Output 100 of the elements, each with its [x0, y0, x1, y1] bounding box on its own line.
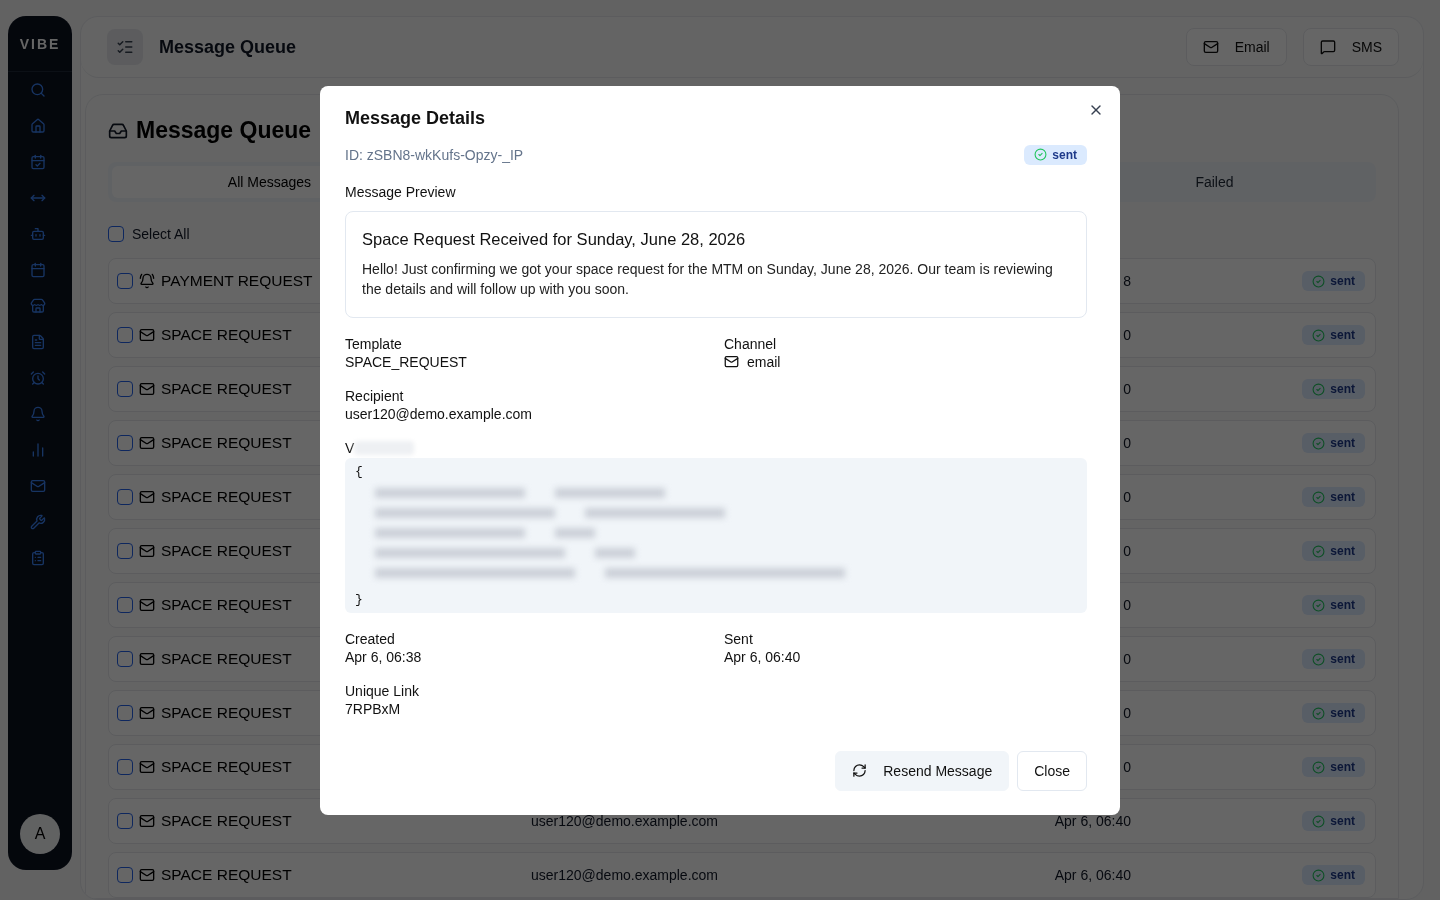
check-circle-icon: [1312, 382, 1326, 396]
status-badge: sent: [1302, 811, 1365, 831]
timestamp: 0: [1123, 759, 1131, 775]
mail-icon: [724, 354, 739, 369]
preview-subject: Space Request Received for Sunday, June 28, 2026: [362, 229, 747, 249]
logo: VIBE: [8, 16, 72, 72]
check-circle-icon: [1312, 274, 1326, 288]
field-value: Apr 6, 06:40: [724, 648, 802, 665]
field-label: V: [345, 439, 355, 456]
section-title: Message Queue: [136, 117, 312, 144]
mail-icon: [139, 489, 155, 505]
checkbox[interactable]: [117, 597, 133, 613]
timestamp: 0: [1123, 705, 1131, 721]
refresh-icon: [852, 763, 868, 778]
mail-icon: [139, 651, 155, 667]
checkbox[interactable]: [117, 327, 133, 343]
mail-icon: [1202, 39, 1219, 55]
template-name: SPACE REQUEST: [161, 812, 292, 830]
timestamp: 0: [1123, 651, 1131, 667]
checkbox[interactable]: [117, 759, 133, 775]
check-circle-icon: [1312, 544, 1326, 558]
timestamp: Apr 6, 06:40: [1054, 813, 1131, 829]
template-name: SPACE REQUEST: [161, 650, 292, 668]
checkbox[interactable]: [117, 651, 133, 667]
sms-button[interactable]: SMS: [1302, 28, 1399, 66]
checkbox[interactable]: [108, 226, 124, 242]
timestamp: 0: [1123, 327, 1131, 343]
select-all-label: Select All: [132, 226, 190, 242]
mail-icon: [139, 597, 155, 613]
tab[interactable]: Failed: [1057, 166, 1372, 198]
timestamp: 0: [1123, 543, 1131, 559]
status-badge: sent: [1302, 487, 1365, 507]
checkbox[interactable]: [117, 381, 133, 397]
template-name: SPACE REQUEST: [161, 758, 292, 776]
bell-icon: [139, 273, 155, 289]
user-avatar[interactable]: A: [20, 814, 60, 854]
message-row[interactable]: SPACE REQUEST user120@demo.example.com Apr 6, 06:40 sent: [108, 852, 1376, 898]
field-label: Sent: [724, 630, 754, 647]
code-text: }: [355, 591, 364, 607]
checkbox[interactable]: [117, 273, 133, 289]
timestamp: Apr 6, 06:40: [1054, 867, 1131, 883]
status-badge: sent: [1302, 271, 1365, 291]
status-badge: sent: [1302, 595, 1365, 615]
dialog-title: Message Details: [345, 107, 487, 129]
check-circle-icon: [1312, 328, 1326, 342]
template-name: SPACE REQUEST: [161, 380, 292, 398]
preview-body: Hello! Just confirming we got your space request for the MTM on Sunday, June 28, 2026. Our team is reviewing the details and will follow up with you soon.: [362, 259, 1054, 299]
mail-icon: [139, 381, 155, 397]
check-circle-icon: [1312, 652, 1326, 666]
field-label: Unique Link: [345, 682, 420, 699]
field-label: Template: [345, 335, 403, 352]
template-name: SPACE REQUEST: [161, 596, 292, 614]
checkbox[interactable]: [117, 543, 133, 559]
field-label: Recipient: [345, 387, 405, 404]
close-button[interactable]: Close: [1017, 750, 1087, 791]
mail-icon: [139, 327, 155, 343]
checkbox[interactable]: [117, 813, 133, 829]
menu-button[interactable]: [107, 29, 143, 65]
resend-button[interactable]: Resend Message: [835, 750, 1010, 791]
recipient-email: user120@demo.example.com: [531, 867, 718, 883]
chat-bubble-icon: [1319, 39, 1336, 55]
status-badge: sent: [1302, 703, 1365, 723]
field-label: Channel: [724, 335, 778, 352]
check-circle-icon: [1312, 706, 1326, 720]
timestamp: 0: [1123, 435, 1131, 451]
checkbox[interactable]: [117, 435, 133, 451]
template-name: PAYMENT REQUEST: [161, 272, 313, 290]
mail-icon: [139, 867, 155, 883]
code-text: {: [355, 463, 364, 479]
check-circle-icon: [1034, 148, 1048, 161]
status-badge: sent: [1302, 379, 1365, 399]
template-name: SPACE REQUEST: [161, 488, 292, 506]
timestamp: 0: [1123, 597, 1131, 613]
status-badge: sent: [1302, 865, 1365, 885]
mail-icon: [139, 435, 155, 451]
check-circle-icon: [1312, 814, 1326, 828]
field-value: 7RPBxM: [345, 700, 402, 717]
timestamp: 0: [1123, 489, 1131, 505]
page-title: Message Queue: [159, 36, 298, 58]
check-circle-icon: [1312, 760, 1326, 774]
status-badge: sent: [1302, 433, 1365, 453]
field-value: email: [747, 353, 781, 370]
message-id: ID: zSBN8-wkKufs-Opzy-_IP: [345, 146, 524, 163]
template-name: SPACE REQUEST: [161, 704, 292, 722]
template-name: SPACE REQUEST: [161, 866, 292, 884]
field-value: user120@demo.example.com: [345, 405, 533, 422]
field-value: SPACE_REQUEST: [345, 353, 468, 370]
check-circle-icon: [1312, 868, 1326, 882]
check-circle-icon: [1312, 436, 1326, 450]
checkbox[interactable]: [117, 867, 133, 883]
checkbox[interactable]: [117, 705, 133, 721]
list-icon: [116, 38, 134, 56]
check-circle-icon: [1312, 598, 1326, 612]
timestamp: 0: [1123, 381, 1131, 397]
recipient-email: user120@demo.example.com: [531, 813, 718, 829]
mail-icon: [139, 813, 155, 829]
status-badge: sent: [1302, 649, 1365, 669]
template-name: SPACE REQUEST: [161, 542, 292, 560]
email-button[interactable]: Email: [1185, 28, 1287, 66]
checkbox[interactable]: [117, 489, 133, 505]
